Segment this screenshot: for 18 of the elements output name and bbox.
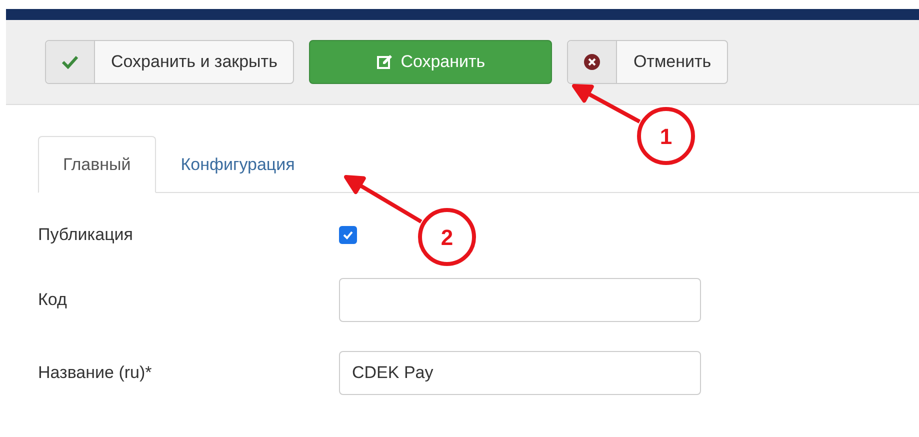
field-label: Код (38, 290, 68, 310)
field-label: Название (ru)* (38, 363, 153, 383)
save-close-button[interactable]: Сохранить и закрыть (45, 40, 294, 84)
tab[interactable]: Главный (38, 136, 156, 193)
arrow (572, 84, 642, 124)
tab[interactable]: Конфигурация (156, 136, 320, 193)
cancel-button[interactable]: Отменить (567, 40, 728, 84)
callout-number: 1 (660, 124, 672, 149)
checkbox[interactable] (339, 226, 357, 244)
close-icon (584, 54, 600, 70)
field-label: Публикация (38, 225, 134, 245)
callout-circle (637, 107, 695, 165)
edit-icon (376, 54, 393, 70)
callout-circle (418, 208, 476, 266)
check-icon (62, 55, 78, 69)
text-field[interactable]: CDEK Pay (339, 351, 701, 395)
text-field[interactable] (339, 278, 701, 322)
callout-number: 2 (440, 225, 454, 250)
